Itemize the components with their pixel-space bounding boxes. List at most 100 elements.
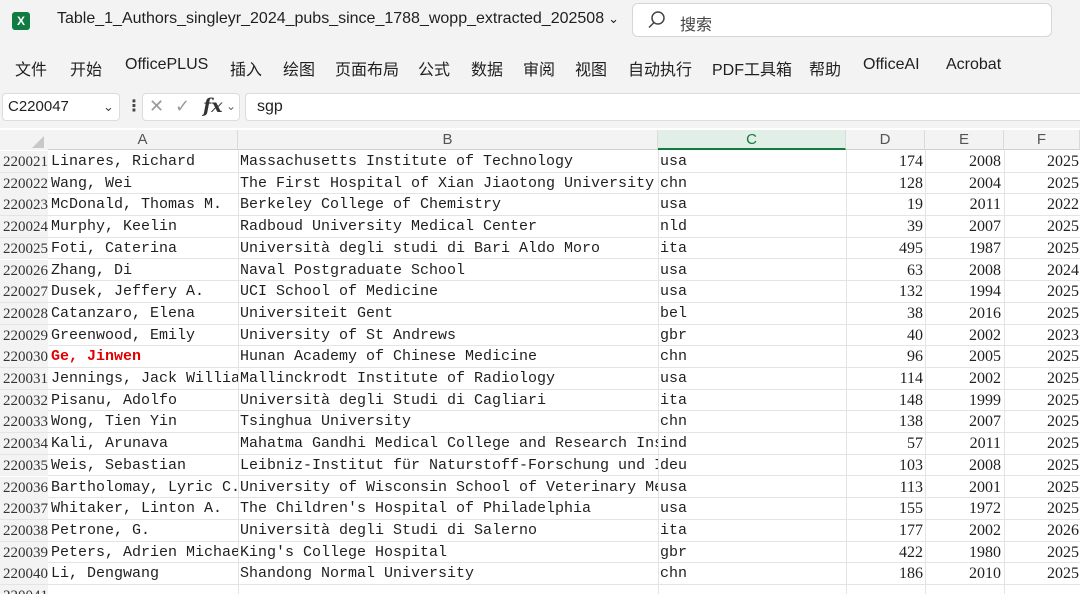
tab-data[interactable]: 数据 (471, 56, 503, 80)
cell-count[interactable]: 148 (846, 390, 923, 411)
cell-last-year[interactable]: 2025 (1003, 455, 1079, 476)
cell-first-year[interactable]: 2002 (925, 520, 1001, 541)
cell-first-year[interactable]: 2007 (925, 216, 1001, 237)
cell-institution[interactable]: The First Hospital of Xian Jiaotong Univ… (240, 173, 658, 194)
cell-author[interactable]: Foti, Caterina (51, 238, 238, 259)
cell-country[interactable]: chn (660, 411, 844, 432)
cell-institution[interactable]: Hunan Academy of Chinese Medicine (240, 346, 658, 367)
cell-country[interactable]: usa (660, 477, 844, 498)
cell-country[interactable]: usa (660, 498, 844, 519)
cell-first-year[interactable]: 2008 (925, 151, 1001, 172)
document-title[interactable]: Table_1_Authors_singleyr_2024_pubs_since… (57, 10, 619, 28)
column-header-c[interactable]: C (658, 130, 846, 150)
cell-author[interactable]: Whitaker, Linton A. (51, 498, 238, 519)
cell-author[interactable]: Dusek, Jeffery A. (51, 281, 238, 302)
cell-first-year[interactable]: 2004 (925, 173, 1001, 194)
cell-institution[interactable]: University of St Andrews (240, 325, 658, 346)
cell-country[interactable]: usa (660, 194, 844, 215)
row-header[interactable]: 220021 (0, 151, 48, 172)
cell-count[interactable]: 422 (846, 542, 923, 563)
tab-file[interactable]: 文件 (15, 56, 47, 80)
row-header[interactable]: 220036 (0, 476, 48, 498)
tab-formulas[interactable]: 公式 (418, 56, 450, 80)
tab-acrobat[interactable]: Acrobat (946, 56, 1001, 74)
row-header[interactable]: 220027 (0, 281, 48, 303)
cell-count[interactable]: 57 (846, 433, 923, 454)
cell-count[interactable]: 114 (846, 368, 923, 389)
cell-author[interactable]: Wang, Wei (51, 173, 238, 194)
formula-input[interactable]: sgp (245, 93, 1080, 121)
cell-country[interactable]: nld (660, 216, 844, 237)
cell-first-year[interactable]: 2001 (925, 477, 1001, 498)
cell-first-year[interactable]: 2007 (925, 411, 1001, 432)
cell-author[interactable]: Jennings, Jack William (51, 368, 238, 389)
tab-pdf-toolbox[interactable]: PDF工具箱 (712, 56, 792, 80)
cell-last-year[interactable]: 2025 (1003, 346, 1079, 367)
cell-last-year[interactable]: 2025 (1003, 173, 1079, 194)
cell-institution[interactable]: The Children's Hospital of Philadelphia (240, 498, 658, 519)
cell-first-year[interactable]: 2010 (925, 563, 1001, 584)
cell-author[interactable]: Weis, Sebastian (51, 455, 238, 476)
cell-last-year[interactable]: 2025 (1003, 238, 1079, 259)
row-header[interactable]: 220041 (0, 585, 48, 594)
cell-author[interactable]: Li, Dengwang (51, 563, 238, 584)
cell-country[interactable]: ita (660, 520, 844, 541)
column-header-f[interactable]: F (1004, 130, 1080, 150)
cell-last-year[interactable]: 2025 (1003, 498, 1079, 519)
row-header[interactable]: 220029 (0, 324, 48, 346)
row-header[interactable]: 220031 (0, 368, 48, 389)
row-header[interactable]: 220039 (0, 541, 48, 563)
cell-author[interactable]: Zhang, Di (51, 260, 238, 281)
cell-country[interactable]: ita (660, 390, 844, 411)
tab-draw[interactable]: 绘图 (283, 56, 315, 80)
cell-institution[interactable]: UCI School of Medicine (240, 281, 658, 302)
cell-last-year[interactable]: 2025 (1003, 303, 1079, 324)
tab-officeplus[interactable]: OfficePLUS (125, 56, 208, 74)
cell-country[interactable]: usa (660, 368, 844, 389)
cell-count[interactable]: 96 (846, 346, 923, 367)
row-header[interactable]: 220025 (0, 237, 48, 259)
cell-country[interactable]: ita (660, 238, 844, 259)
cell-country[interactable]: chn (660, 563, 844, 584)
cell-count[interactable]: 186 (846, 563, 923, 584)
chevron-down-icon[interactable]: ⌄ (226, 99, 236, 113)
cell-author[interactable]: Peters, Adrien Michael (51, 542, 238, 563)
cell-country[interactable]: gbr (660, 325, 844, 346)
cell-country[interactable]: usa (660, 151, 844, 172)
row-header[interactable]: 220028 (0, 302, 48, 324)
cell-country[interactable]: chn (660, 173, 844, 194)
cell-institution[interactable]: Berkeley College of Chemistry (240, 194, 658, 215)
cell-first-year[interactable]: 2011 (925, 194, 1001, 215)
cell-institution[interactable]: Naval Postgraduate School (240, 260, 658, 281)
cell-count[interactable]: 39 (846, 216, 923, 237)
cell-last-year[interactable]: 2025 (1003, 563, 1079, 584)
tab-view[interactable]: 视图 (575, 56, 607, 80)
tab-officeai[interactable]: OfficeAI (863, 56, 920, 74)
more-options-icon[interactable]: ⋮ (126, 96, 142, 116)
cell-last-year[interactable]: 2025 (1003, 433, 1079, 454)
row-header[interactable]: 220034 (0, 433, 48, 455)
cell-institution[interactable]: Leibniz-Institut für Naturstoff-Forschun… (240, 455, 658, 476)
chevron-down-icon[interactable]: ⌄ (608, 11, 619, 26)
cell-first-year[interactable]: 2008 (925, 260, 1001, 281)
select-all-button[interactable] (0, 130, 48, 150)
cell-first-year[interactable]: 2011 (925, 433, 1001, 454)
cancel-icon[interactable]: ✕ (149, 96, 164, 117)
row-header[interactable]: 220037 (0, 498, 48, 520)
cell-institution[interactable]: Mallinckrodt Institute of Radiology (240, 368, 658, 389)
chevron-down-icon[interactable]: ⌄ (103, 99, 114, 115)
cell-last-year[interactable]: 2025 (1003, 281, 1079, 302)
row-header[interactable]: 220040 (0, 563, 48, 585)
cell-last-year[interactable]: 2025 (1003, 411, 1079, 432)
cell-first-year[interactable]: 2016 (925, 303, 1001, 324)
cell-institution[interactable]: Università degli studi di Bari Aldo Moro (240, 238, 658, 259)
cell-last-year[interactable]: 2024 (1003, 260, 1079, 281)
tab-home[interactable]: 开始 (70, 56, 102, 80)
row-header[interactable]: 220026 (0, 259, 48, 281)
cell-first-year[interactable]: 1987 (925, 238, 1001, 259)
cell-institution[interactable]: King's College Hospital (240, 542, 658, 563)
cell-count[interactable]: 155 (846, 498, 923, 519)
spreadsheet-grid[interactable]: A B C D E F 220021 Linares, Richard Massac… (0, 128, 1080, 594)
cell-count[interactable]: 113 (846, 477, 923, 498)
cell-institution[interactable]: Universiteit Gent (240, 303, 658, 324)
